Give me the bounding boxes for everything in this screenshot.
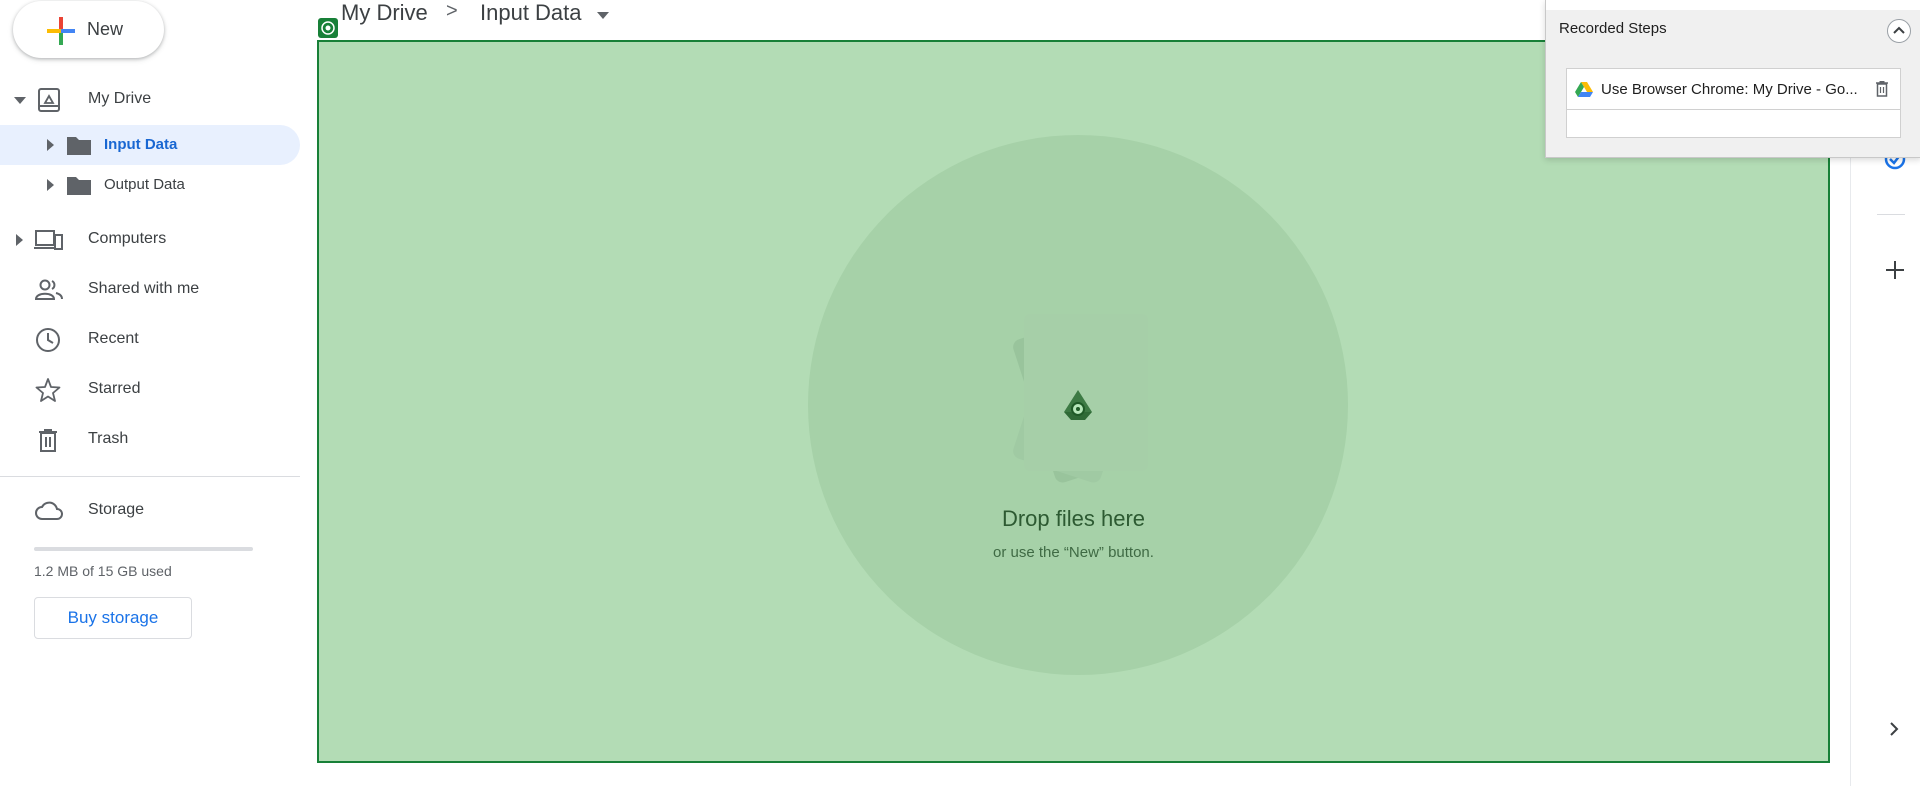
recorded-steps-list: Use Browser Chrome: My Drive - Go... — [1566, 68, 1901, 138]
people-icon — [34, 279, 63, 300]
sidebar-item-input-data[interactable]: Input Data — [0, 125, 300, 165]
side-panel-divider — [1877, 214, 1905, 215]
breadcrumb-my-drive[interactable]: My Drive — [341, 0, 428, 30]
computers-icon — [34, 230, 63, 250]
sidebar-item-trash[interactable]: Trash — [0, 420, 300, 460]
sidebar-item-label: Output Data — [104, 176, 185, 193]
folder-menu-dropdown-icon[interactable] — [597, 12, 609, 19]
list-item[interactable]: Use Browser Chrome: My Drive - Go... — [1567, 69, 1900, 110]
sidebar-item-computers[interactable]: Computers — [0, 220, 300, 260]
recorded-steps-panel: Recorded Steps Use Browser Chrome: My Dr… — [1545, 0, 1920, 158]
chevron-up-icon — [1893, 26, 1905, 34]
breadcrumb-current-folder[interactable]: Input Data — [480, 0, 582, 30]
my-drive-icon — [38, 88, 60, 112]
add-addon-icon[interactable] — [1885, 260, 1905, 280]
sidebar-item-label: Starred — [88, 380, 141, 397]
target-icon — [318, 18, 338, 38]
sidebar-item-label: Recent — [88, 330, 139, 347]
google-drive-icon — [1575, 82, 1593, 97]
sidebar-item-my-drive[interactable]: My Drive — [0, 80, 300, 120]
breadcrumb-separator-icon: > — [446, 0, 458, 22]
sidebar-item-shared[interactable]: Shared with me — [0, 270, 300, 310]
sidebar-item-storage[interactable]: Storage — [0, 490, 300, 530]
chevron-right-icon[interactable] — [16, 234, 23, 246]
sidebar-item-output-data[interactable]: Output Data — [0, 165, 300, 205]
chevron-right-icon[interactable] — [1888, 721, 1900, 737]
chevron-down-icon[interactable] — [14, 97, 26, 104]
folder-icon — [67, 137, 91, 155]
sidebar-divider — [0, 476, 300, 477]
sidebar-item-label: Input Data — [104, 136, 178, 153]
recorded-steps-top-strip — [1546, 0, 1920, 10]
chevron-right-icon[interactable] — [47, 139, 54, 151]
buy-storage-button[interactable]: Buy storage — [34, 597, 192, 639]
folder-icon — [67, 177, 91, 195]
delete-icon[interactable] — [1874, 80, 1890, 97]
sidebar-item-label: Shared with me — [88, 280, 200, 297]
storage-progress-bar — [34, 547, 253, 551]
sidebar-item-label: Computers — [88, 230, 167, 247]
collapse-button[interactable] — [1887, 19, 1911, 43]
sidebar-item-label: Storage — [88, 501, 145, 518]
recorded-steps-title: Recorded Steps — [1559, 20, 1667, 37]
trash-icon — [39, 429, 57, 452]
sidebar-item-label: Trash — [88, 430, 129, 447]
plus-icon — [47, 17, 75, 45]
new-button-label: New — [87, 19, 124, 39]
drop-subtitle: or use the “New” button. — [993, 544, 1154, 561]
recorded-step-label: Use Browser Chrome: My Drive - Go... — [1601, 81, 1858, 98]
star-icon — [35, 378, 61, 402]
drop-title: Drop files here — [1001, 506, 1146, 531]
sidebar-item-label: My Drive — [88, 90, 152, 107]
sidebar-item-starred[interactable]: Starred — [0, 370, 300, 410]
drop-files-icon — [1013, 314, 1148, 483]
new-button[interactable]: New — [13, 1, 164, 58]
chevron-right-icon[interactable] — [47, 179, 54, 191]
clock-icon — [36, 328, 60, 352]
storage-usage-text: 1.2 MB of 15 GB used — [34, 563, 172, 579]
sidebar-item-recent[interactable]: Recent — [0, 320, 300, 360]
cloud-icon — [35, 501, 63, 520]
